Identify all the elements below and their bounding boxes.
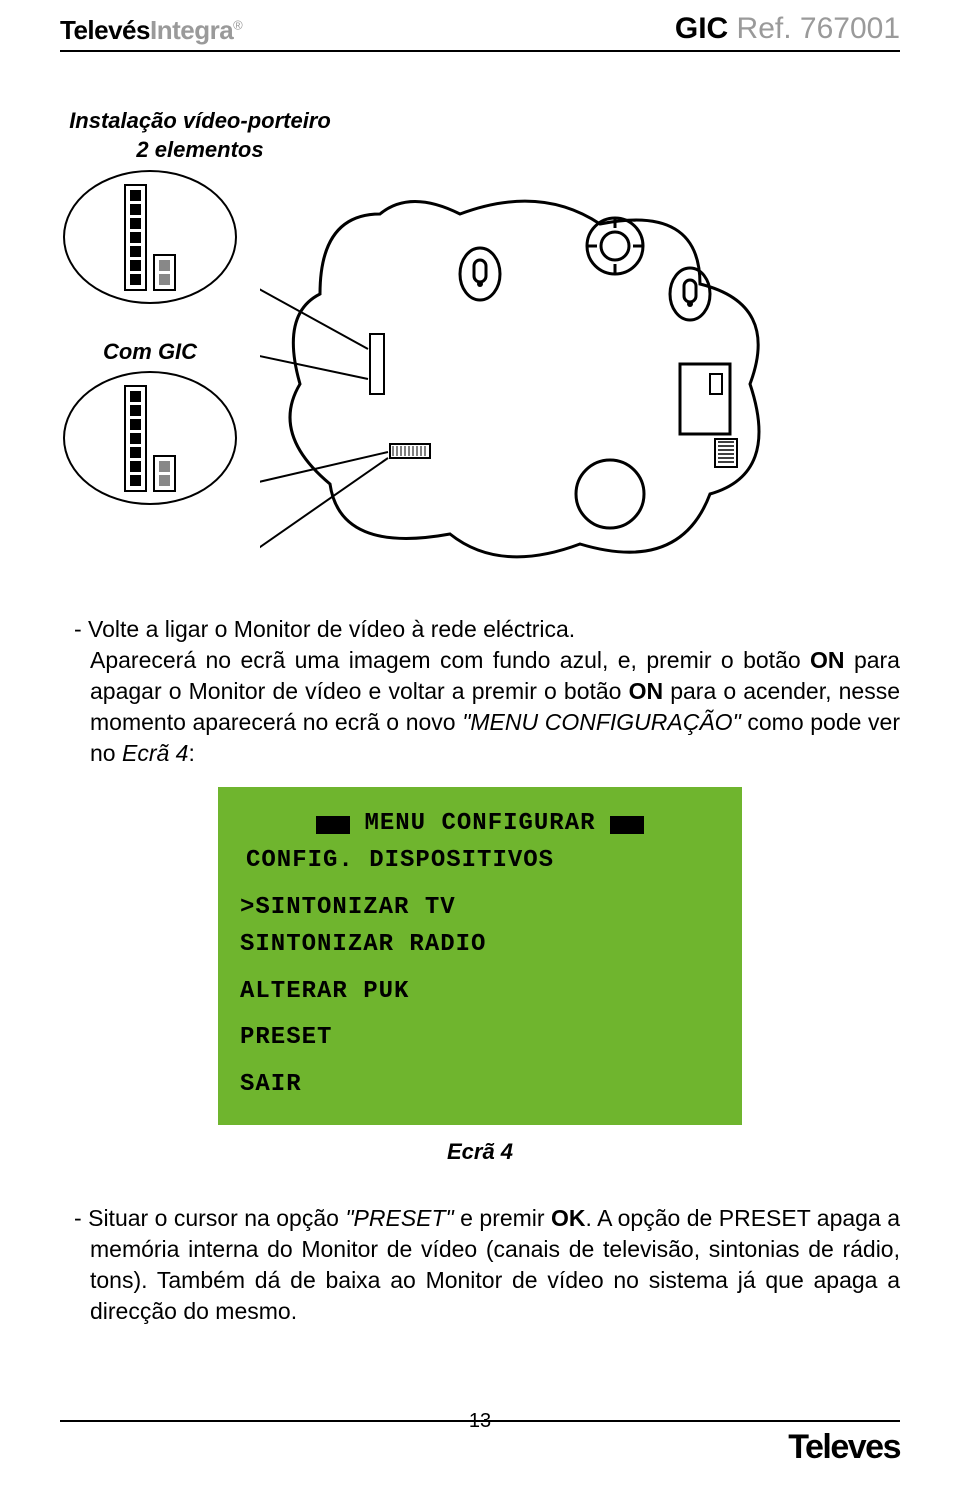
- diagram-area: Com GIC: [60, 164, 900, 579]
- cursor-block-icon: [316, 816, 350, 834]
- connector-ellipse-top: [63, 170, 237, 304]
- screen-caption: Ecrã 4: [60, 1139, 900, 1165]
- brand-logo: TelevésIntegra®: [60, 15, 242, 46]
- body-paragraph-1: - Volte a ligar o Monitor de vídeo à red…: [60, 614, 900, 769]
- screen-menu-box: MENU CONFIGURAR CONFIG. DISPOSITIVOS >SI…: [218, 787, 742, 1125]
- com-gic-label: Com GIC: [60, 339, 240, 365]
- cursor-block-icon: [610, 816, 644, 834]
- brand-reg: ®: [233, 17, 242, 32]
- device-back-diagram: [260, 174, 780, 579]
- connector-ellipse-bottom: [63, 371, 237, 505]
- page-footer: Televes: [60, 1420, 900, 1467]
- body-paragraph-2: - Situar o cursor na opção "PRESET" e pr…: [60, 1203, 900, 1327]
- footer-logo: Televes: [788, 1428, 900, 1467]
- install-title: Instalação vídeo-porteiro 2 elementos: [60, 107, 340, 164]
- ref-gic: GIC: [675, 12, 728, 45]
- menu-line: SAIR: [240, 1068, 720, 1103]
- brand-grey: Integra: [150, 15, 233, 45]
- menu-title: MENU CONFIGURAR: [364, 807, 595, 842]
- menu-line: PRESET: [240, 1021, 720, 1056]
- menu-line: SINTONIZAR RADIO: [240, 928, 720, 963]
- menu-line: ALTERAR PUK: [240, 975, 720, 1010]
- brand-bold: Televés: [60, 15, 150, 45]
- ref-rest: Ref. 767001: [728, 12, 900, 45]
- page-header: TelevésIntegra® GIC Ref. 767001: [60, 12, 900, 52]
- header-ref: GIC Ref. 767001: [675, 12, 900, 46]
- menu-line: >SINTONIZAR TV: [240, 891, 720, 926]
- menu-line: CONFIG. DISPOSITIVOS: [246, 844, 720, 879]
